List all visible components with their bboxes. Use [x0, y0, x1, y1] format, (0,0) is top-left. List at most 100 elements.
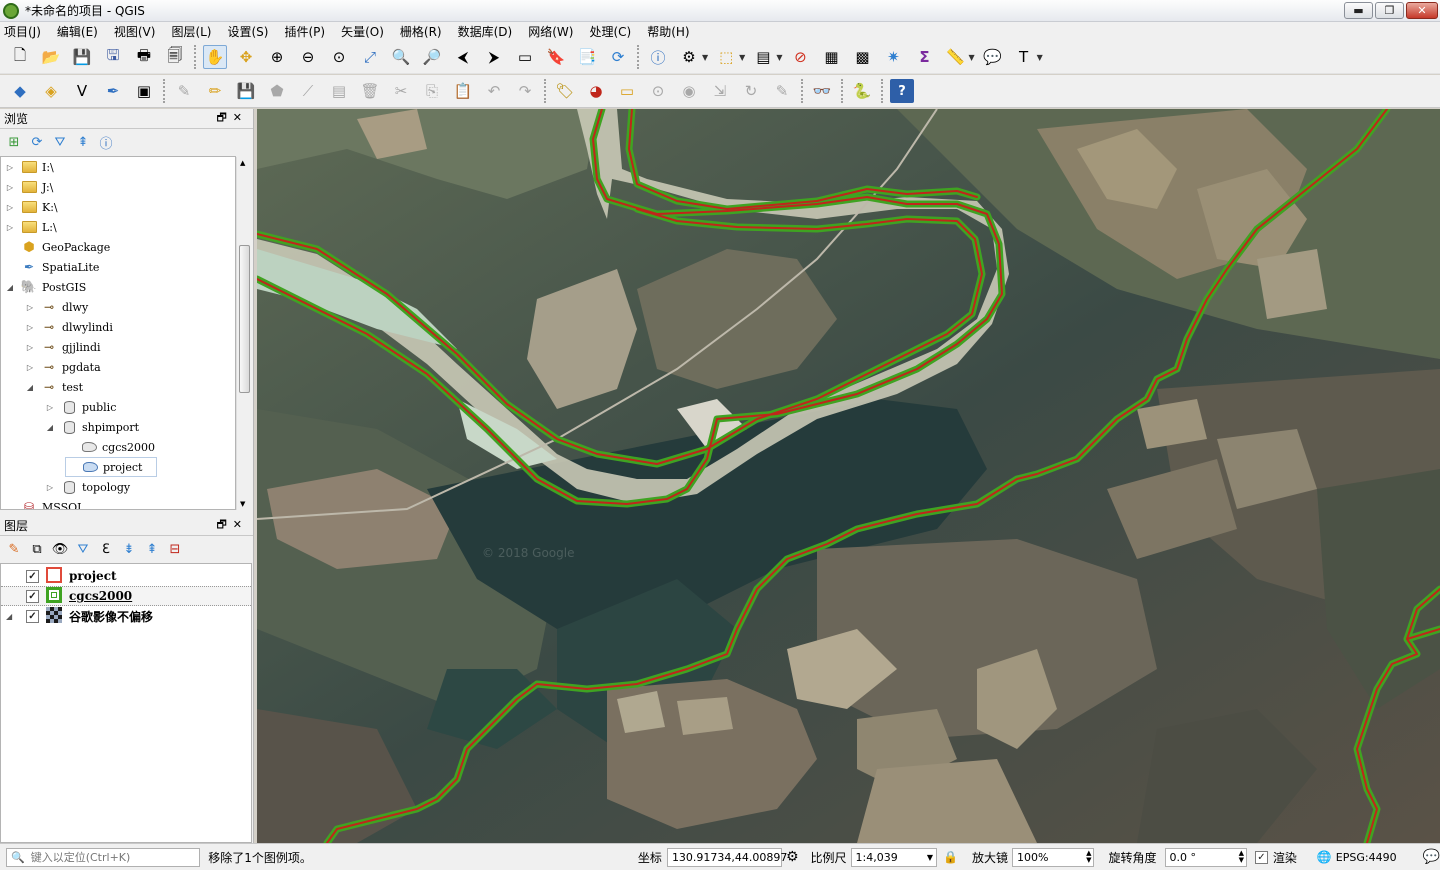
expand-arrow-icon[interactable]: ▷ — [25, 303, 35, 312]
expand-arrow-icon[interactable]: ▷ — [5, 223, 15, 232]
layer-row-project[interactable]: ✓ project — [1, 566, 251, 586]
python-console-icon[interactable]: 🐍 — [850, 79, 874, 103]
crs-button[interactable]: EPSG:4490 — [1336, 851, 1397, 864]
toggle-extents-icon[interactable]: ⚙ — [786, 849, 799, 865]
menu-settings[interactable]: 设置(S) — [228, 23, 269, 40]
pan-to-selection-icon[interactable]: ✥ — [234, 45, 258, 69]
expand-arrow-icon[interactable]: ▷ — [5, 203, 15, 212]
add-delimited-text-icon[interactable]: V — [70, 79, 94, 103]
collapse-all-icon[interactable]: ⇞ — [144, 542, 160, 558]
new-project-icon[interactable]: 🗋 — [8, 45, 32, 69]
field-calculator-icon[interactable]: ▩ — [850, 45, 874, 69]
browser-item-postgis[interactable]: ◢ 🐘 PostGIS — [5, 277, 86, 297]
menu-processing[interactable]: 处理(C) — [589, 23, 631, 40]
expand-arrow-icon[interactable]: ▷ — [25, 363, 35, 372]
expand-arrow-icon[interactable]: ▷ — [25, 323, 35, 332]
browser-item-topology[interactable]: ▷ topology — [45, 477, 130, 497]
browser-item-k[interactable]: ▷ K:\ — [5, 197, 58, 217]
scale-combobox[interactable]: 1:4,039 ▼ — [850, 847, 937, 867]
menu-view[interactable]: 视图(V) — [114, 23, 156, 40]
save-edits-icon[interactable]: 💾 — [234, 79, 258, 103]
add-selected-layers-icon[interactable]: ⊞ — [6, 135, 22, 151]
toolbox-icon[interactable]: ✷ — [881, 45, 905, 69]
add-postgis-layer-icon[interactable]: ◈ — [39, 79, 63, 103]
browser-item-shpimport[interactable]: ◢ shpimport — [45, 417, 139, 437]
close-button[interactable]: ✕ — [1406, 2, 1438, 19]
browser-item-geopackage[interactable]: ⬢ GeoPackage — [5, 237, 110, 257]
expand-arrow-icon[interactable]: ◢ — [45, 423, 55, 432]
zoom-native-icon[interactable]: ⊙ — [327, 45, 351, 69]
show-bookmarks-icon[interactable]: 📑 — [575, 45, 599, 69]
change-label-icon[interactable]: ✎ — [770, 79, 794, 103]
menu-web[interactable]: 网络(W) — [528, 23, 573, 40]
style-manager-icon[interactable]: ✎ — [6, 542, 22, 558]
open-project-icon[interactable]: 📂 — [39, 45, 63, 69]
run-feature-action-icon[interactable]: ⚙ — [677, 45, 701, 69]
expand-arrow-icon[interactable]: ▷ — [5, 183, 15, 192]
render-checkbox[interactable]: ✓ — [1255, 850, 1268, 864]
toggle-editing-icon[interactable]: ✏ — [203, 79, 227, 103]
scroll-thumb[interactable] — [239, 245, 250, 393]
scroll-up-icon[interactable]: ▲ — [240, 159, 245, 167]
layout-manager-icon[interactable]: 🗐 — [163, 45, 187, 69]
chevron-down-icon[interactable]: ▼ — [968, 53, 974, 62]
toolbar-grip[interactable] — [544, 79, 547, 103]
expand-all-icon[interactable]: ⇟ — [121, 542, 137, 558]
menu-edit[interactable]: 编辑(E) — [57, 23, 98, 40]
map-tips-icon[interactable]: 💬 — [981, 45, 1005, 69]
show-hide-labels-icon[interactable]: ◉ — [677, 79, 701, 103]
menu-plugins[interactable]: 插件(P) — [284, 23, 325, 40]
zoom-out-icon[interactable]: ⊖ — [296, 45, 320, 69]
pin-labels-icon[interactable]: ⊙ — [646, 79, 670, 103]
properties-info-icon[interactable]: ⓘ — [98, 135, 114, 152]
layer-tree[interactable]: ✓ project ✓ cgcs2000 ◢ ✓ 谷歌影像不偏移 — [0, 563, 252, 843]
lock-icon[interactable]: 🔒 — [943, 850, 958, 864]
save-as-icon[interactable]: 🖫 — [101, 45, 125, 69]
copy-features-icon[interactable]: ⎘ — [420, 79, 444, 103]
attribute-table-icon[interactable]: ▦ — [819, 45, 843, 69]
rotation-spinbox[interactable]: 0.0 ° ▲ ▼ — [1164, 847, 1248, 867]
expand-arrow-icon[interactable]: ▷ — [45, 483, 55, 492]
menu-layer[interactable]: 图层(L) — [171, 23, 211, 40]
chevron-down-icon[interactable]: ▼ — [1037, 53, 1043, 62]
browser-item-dlwylindi[interactable]: ▷ ⊸ dlwylindi — [25, 317, 113, 337]
locator-search-input[interactable]: 🔍 键入以定位(Ctrl+K) — [6, 847, 201, 867]
vertex-tool-icon[interactable]: ⟋ — [296, 79, 320, 103]
zoom-full-icon[interactable]: ⤢ — [358, 45, 382, 69]
zoom-next-icon[interactable]: ⮞ — [482, 45, 506, 69]
help-contents-icon[interactable]: ? — [890, 79, 914, 103]
redo-icon[interactable]: ↷ — [513, 79, 537, 103]
messages-icon[interactable]: 💬 — [1423, 849, 1440, 865]
text-annotation-icon[interactable]: T — [1012, 45, 1036, 69]
scroll-down-icon[interactable]: ▼ — [240, 500, 245, 508]
browser-item-j[interactable]: ▷ J:\ — [5, 177, 53, 197]
browser-item-mssql[interactable]: ⛁ MSSQL — [5, 497, 85, 509]
browser-tree[interactable]: ▷ I:\ ▷ J:\ ▷ K:\ ▷ L:\ ⬢ GeoPackage ✒ SpatiaLite ◢ 🐘… — [0, 156, 236, 510]
add-group-icon[interactable]: ⧉ — [29, 542, 45, 558]
restore-button[interactable]: ❐ — [1375, 2, 1404, 19]
add-wms-layer-icon[interactable]: ▣ — [132, 79, 156, 103]
browser-scrollbar[interactable]: ▲ ▼ — [236, 157, 252, 510]
expand-arrow-icon[interactable]: ▷ — [5, 163, 15, 172]
current-edits-icon[interactable]: ✎ — [172, 79, 196, 103]
delete-selected-icon[interactable]: 🗑 — [358, 79, 382, 103]
zoom-in-icon[interactable]: ⊕ — [265, 45, 289, 69]
rotate-label-icon[interactable]: ↻ — [739, 79, 763, 103]
spin-arrows-icon[interactable]: ▲ ▼ — [1239, 850, 1244, 864]
add-spatialite-icon[interactable]: ✒ — [101, 79, 125, 103]
zoom-to-selection-icon[interactable]: 🔍 — [389, 45, 413, 69]
remove-layer-icon[interactable]: ⊟ — [167, 542, 183, 558]
manage-visibility-icon[interactable]: 👁 — [52, 542, 69, 558]
select-features-icon[interactable]: ⬚ — [714, 45, 738, 69]
move-label-icon[interactable]: ⇲ — [708, 79, 732, 103]
expand-arrow-icon[interactable]: ▷ — [45, 403, 55, 412]
crs-globe-icon[interactable]: 🌐 — [1317, 850, 1332, 864]
chevron-down-icon[interactable]: ▼ — [702, 53, 708, 62]
print-layout-icon[interactable]: 🖶 — [132, 45, 156, 69]
browser-item-public[interactable]: ▷ public — [45, 397, 116, 417]
statistics-sigma-icon[interactable]: Σ — [912, 45, 936, 69]
pan-map-icon[interactable]: ✋ — [203, 45, 227, 69]
plugin-binoculars-icon[interactable]: 👓 — [810, 79, 834, 103]
toolbar-grip[interactable] — [881, 79, 884, 103]
deselect-all-icon[interactable]: ⊘ — [788, 45, 812, 69]
